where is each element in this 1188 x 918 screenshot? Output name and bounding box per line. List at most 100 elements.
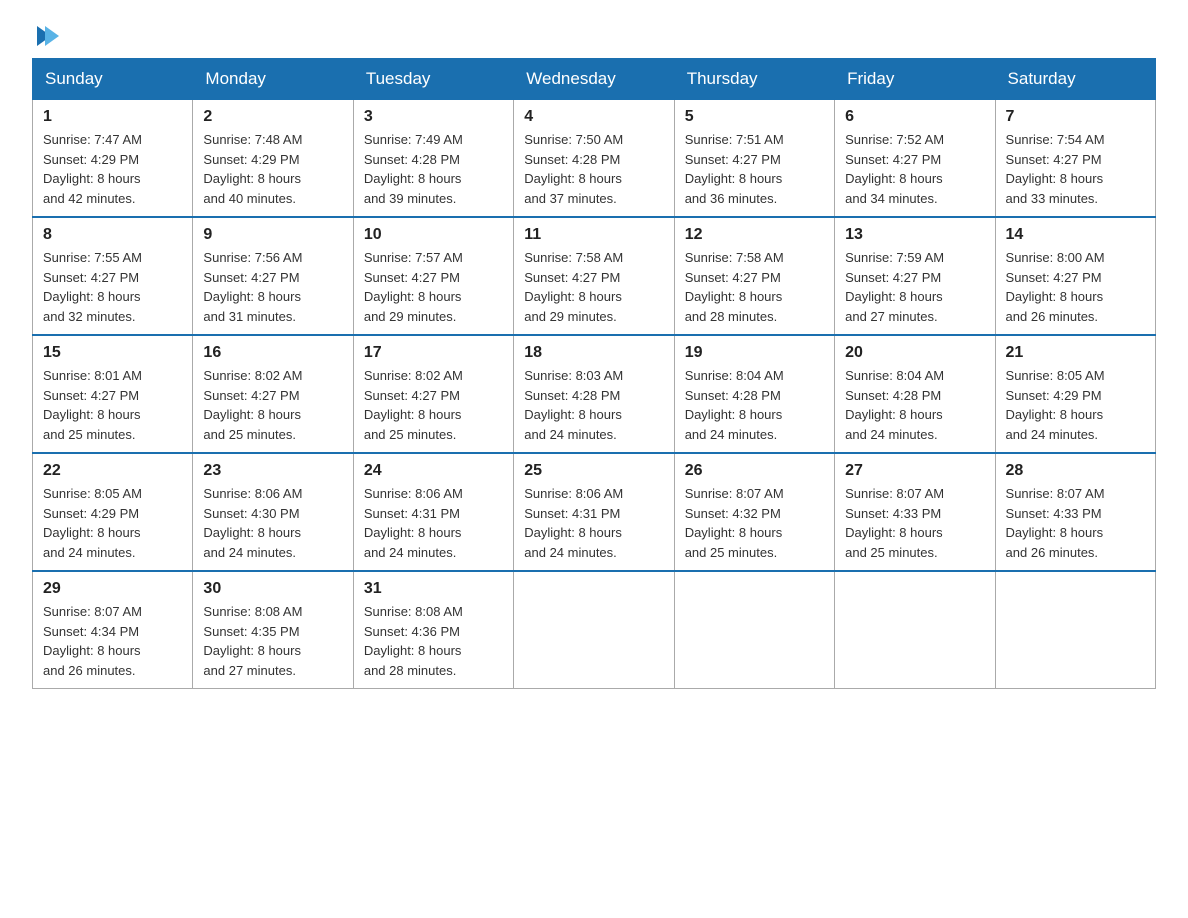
day-info: Sunrise: 7:58 AM Sunset: 4:27 PM Dayligh… <box>524 248 663 326</box>
day-header-sunday: Sunday <box>33 59 193 100</box>
calendar-cell: 26 Sunrise: 8:07 AM Sunset: 4:32 PM Dayli… <box>674 453 834 571</box>
calendar-week-3: 15 Sunrise: 8:01 AM Sunset: 4:27 PM Dayli… <box>33 335 1156 453</box>
day-number: 29 <box>43 580 182 598</box>
calendar-cell: 4 Sunrise: 7:50 AM Sunset: 4:28 PM Daylig… <box>514 100 674 218</box>
calendar-cell: 6 Sunrise: 7:52 AM Sunset: 4:27 PM Daylig… <box>835 100 995 218</box>
calendar-cell: 22 Sunrise: 8:05 AM Sunset: 4:29 PM Dayli… <box>33 453 193 571</box>
calendar-cell: 18Sunrise: 8:03 AM Sunset: 4:28 PM Dayli… <box>514 335 674 453</box>
calendar-cell: 24 Sunrise: 8:06 AM Sunset: 4:31 PM Dayli… <box>353 453 513 571</box>
calendar-cell: 11 Sunrise: 7:58 AM Sunset: 4:27 PM Dayli… <box>514 217 674 335</box>
day-info: Sunrise: 8:07 AM Sunset: 4:32 PM Dayligh… <box>685 484 824 562</box>
day-info: Sunrise: 8:08 AM Sunset: 4:35 PM Dayligh… <box>203 602 342 680</box>
calendar-cell: 7 Sunrise: 7:54 AM Sunset: 4:27 PM Daylig… <box>995 100 1155 218</box>
page-header <box>32 24 1156 46</box>
day-info: Sunrise: 7:51 AM Sunset: 4:27 PM Dayligh… <box>685 130 824 208</box>
calendar-cell: 29 Sunrise: 8:07 AM Sunset: 4:34 PM Dayli… <box>33 571 193 689</box>
day-info: Sunrise: 8:03 AM Sunset: 4:28 PM Dayligh… <box>524 366 663 444</box>
day-number: 9 <box>203 226 342 244</box>
calendar-table: SundayMondayTuesdayWednesdayThursdayFrid… <box>32 58 1156 689</box>
day-number: 17 <box>364 344 503 362</box>
calendar-cell: 10Sunrise: 7:57 AM Sunset: 4:27 PM Dayli… <box>353 217 513 335</box>
day-number: 1 <box>43 108 182 126</box>
calendar-cell: 28 Sunrise: 8:07 AM Sunset: 4:33 PM Dayli… <box>995 453 1155 571</box>
day-number: 28 <box>1006 462 1145 480</box>
day-number: 3 <box>364 108 503 126</box>
calendar-cell: 15 Sunrise: 8:01 AM Sunset: 4:27 PM Dayli… <box>33 335 193 453</box>
day-header-friday: Friday <box>835 59 995 100</box>
day-info: Sunrise: 8:05 AM Sunset: 4:29 PM Dayligh… <box>43 484 182 562</box>
day-number: 7 <box>1006 108 1145 126</box>
day-number: 27 <box>845 462 984 480</box>
calendar-cell: 23 Sunrise: 8:06 AM Sunset: 4:30 PM Dayli… <box>193 453 353 571</box>
calendar-week-5: 29 Sunrise: 8:07 AM Sunset: 4:34 PM Dayli… <box>33 571 1156 689</box>
calendar-cell: 17 Sunrise: 8:02 AM Sunset: 4:27 PM Dayli… <box>353 335 513 453</box>
calendar-cell: 27 Sunrise: 8:07 AM Sunset: 4:33 PM Dayli… <box>835 453 995 571</box>
day-info: Sunrise: 8:04 AM Sunset: 4:28 PM Dayligh… <box>845 366 984 444</box>
day-info: Sunrise: 8:06 AM Sunset: 4:30 PM Dayligh… <box>203 484 342 562</box>
day-info: Sunrise: 8:06 AM Sunset: 4:31 PM Dayligh… <box>364 484 503 562</box>
day-number: 8 <box>43 226 182 244</box>
day-number: 12 <box>685 226 824 244</box>
day-number: 16 <box>203 344 342 362</box>
day-number: 24 <box>364 462 503 480</box>
day-header-saturday: Saturday <box>995 59 1155 100</box>
calendar-cell: 19 Sunrise: 8:04 AM Sunset: 4:28 PM Dayli… <box>674 335 834 453</box>
calendar-cell: 20Sunrise: 8:04 AM Sunset: 4:28 PM Dayli… <box>835 335 995 453</box>
day-number: 31 <box>364 580 503 598</box>
day-number: 2 <box>203 108 342 126</box>
day-number: 5 <box>685 108 824 126</box>
calendar-cell <box>514 571 674 689</box>
day-number: 11 <box>524 226 663 244</box>
day-info: Sunrise: 7:56 AM Sunset: 4:27 PM Dayligh… <box>203 248 342 326</box>
calendar-cell: 8 Sunrise: 7:55 AM Sunset: 4:27 PM Daylig… <box>33 217 193 335</box>
calendar-cell: 9 Sunrise: 7:56 AM Sunset: 4:27 PM Daylig… <box>193 217 353 335</box>
day-info: Sunrise: 8:07 AM Sunset: 4:34 PM Dayligh… <box>43 602 182 680</box>
logo-arrows-icon <box>37 26 59 46</box>
day-info: Sunrise: 8:00 AM Sunset: 4:27 PM Dayligh… <box>1006 248 1145 326</box>
day-info: Sunrise: 8:01 AM Sunset: 4:27 PM Dayligh… <box>43 366 182 444</box>
calendar-cell <box>835 571 995 689</box>
day-info: Sunrise: 7:47 AM Sunset: 4:29 PM Dayligh… <box>43 130 182 208</box>
calendar-cell: 16 Sunrise: 8:02 AM Sunset: 4:27 PM Dayli… <box>193 335 353 453</box>
calendar-header-row: SundayMondayTuesdayWednesdayThursdayFrid… <box>33 59 1156 100</box>
day-number: 25 <box>524 462 663 480</box>
day-header-tuesday: Tuesday <box>353 59 513 100</box>
day-info: Sunrise: 7:55 AM Sunset: 4:27 PM Dayligh… <box>43 248 182 326</box>
day-number: 4 <box>524 108 663 126</box>
calendar-cell: 5 Sunrise: 7:51 AM Sunset: 4:27 PM Daylig… <box>674 100 834 218</box>
day-info: Sunrise: 7:57 AM Sunset: 4:27 PM Dayligh… <box>364 248 503 326</box>
day-number: 19 <box>685 344 824 362</box>
day-info: Sunrise: 8:07 AM Sunset: 4:33 PM Dayligh… <box>845 484 984 562</box>
day-number: 14 <box>1006 226 1145 244</box>
day-info: Sunrise: 8:04 AM Sunset: 4:28 PM Dayligh… <box>685 366 824 444</box>
day-info: Sunrise: 7:49 AM Sunset: 4:28 PM Dayligh… <box>364 130 503 208</box>
day-info: Sunrise: 8:02 AM Sunset: 4:27 PM Dayligh… <box>364 366 503 444</box>
calendar-cell: 14 Sunrise: 8:00 AM Sunset: 4:27 PM Dayli… <box>995 217 1155 335</box>
day-number: 13 <box>845 226 984 244</box>
day-info: Sunrise: 7:52 AM Sunset: 4:27 PM Dayligh… <box>845 130 984 208</box>
day-info: Sunrise: 8:06 AM Sunset: 4:31 PM Dayligh… <box>524 484 663 562</box>
calendar-cell: 31 Sunrise: 8:08 AM Sunset: 4:36 PM Dayli… <box>353 571 513 689</box>
day-number: 22 <box>43 462 182 480</box>
calendar-cell: 2Sunrise: 7:48 AM Sunset: 4:29 PM Daylig… <box>193 100 353 218</box>
day-number: 15 <box>43 344 182 362</box>
day-info: Sunrise: 7:50 AM Sunset: 4:28 PM Dayligh… <box>524 130 663 208</box>
calendar-week-2: 8 Sunrise: 7:55 AM Sunset: 4:27 PM Daylig… <box>33 217 1156 335</box>
day-info: Sunrise: 8:07 AM Sunset: 4:33 PM Dayligh… <box>1006 484 1145 562</box>
logo <box>32 24 59 46</box>
day-info: Sunrise: 8:08 AM Sunset: 4:36 PM Dayligh… <box>364 602 503 680</box>
day-info: Sunrise: 8:02 AM Sunset: 4:27 PM Dayligh… <box>203 366 342 444</box>
calendar-cell: 30 Sunrise: 8:08 AM Sunset: 4:35 PM Dayli… <box>193 571 353 689</box>
calendar-cell: 25 Sunrise: 8:06 AM Sunset: 4:31 PM Dayli… <box>514 453 674 571</box>
day-number: 30 <box>203 580 342 598</box>
calendar-cell: 3 Sunrise: 7:49 AM Sunset: 4:28 PM Daylig… <box>353 100 513 218</box>
calendar-cell: 12Sunrise: 7:58 AM Sunset: 4:27 PM Dayli… <box>674 217 834 335</box>
day-header-wednesday: Wednesday <box>514 59 674 100</box>
calendar-week-4: 22 Sunrise: 8:05 AM Sunset: 4:29 PM Dayli… <box>33 453 1156 571</box>
day-number: 21 <box>1006 344 1145 362</box>
day-number: 26 <box>685 462 824 480</box>
day-number: 23 <box>203 462 342 480</box>
day-info: Sunrise: 7:54 AM Sunset: 4:27 PM Dayligh… <box>1006 130 1145 208</box>
day-number: 6 <box>845 108 984 126</box>
calendar-cell <box>995 571 1155 689</box>
